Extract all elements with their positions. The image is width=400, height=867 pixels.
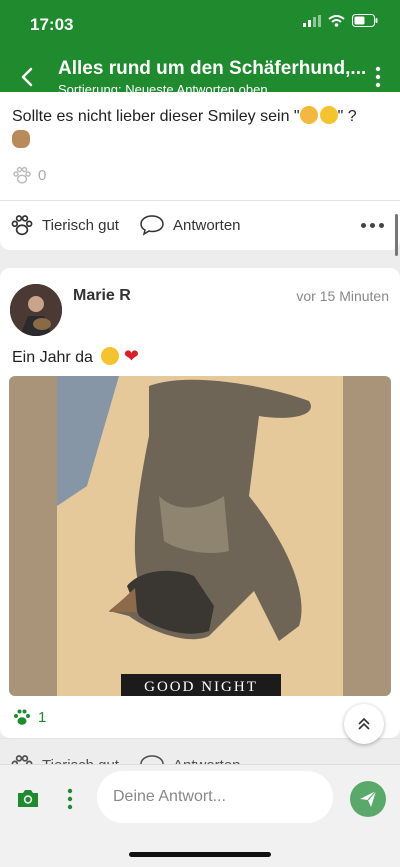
pleading-face-emoji (101, 347, 120, 365)
paw-filled-icon (14, 709, 30, 725)
see-no-evil-monkey-emoji (12, 130, 30, 148)
status-bar: 17:03 (0, 0, 400, 48)
more-horiz-icon[interactable] (361, 223, 384, 228)
wifi-icon (328, 14, 345, 27)
status-icons (303, 14, 378, 27)
post-text: Ein Jahr da ❤ (12, 346, 139, 366)
send-icon (360, 790, 377, 807)
app-header: 17:03 Alles rund um den Schäferhund,... … (0, 0, 400, 104)
post-card: Sollte es nicht lieber dieser Smiley sei… (0, 92, 400, 250)
thread-title: Alles rund um den Schäferhund,... (58, 58, 367, 79)
divider (0, 738, 400, 739)
speech-bubble-icon (140, 215, 164, 236)
battery-icon (352, 14, 378, 27)
smiling-face-hearts-emoji (299, 106, 318, 124)
signal-icon (303, 14, 321, 27)
red-heart-emoji: ❤ (123, 346, 139, 366)
paw-count: 1 (38, 708, 47, 726)
back-icon[interactable] (14, 62, 40, 92)
photo-caption: GOOD NIGHT (144, 679, 258, 695)
paw-reactions[interactable]: 0 (12, 166, 46, 184)
double-chevron-up-icon (358, 717, 370, 730)
divider (0, 200, 400, 201)
more-vert-icon[interactable] (66, 788, 74, 810)
reply-bar (0, 764, 400, 867)
scroll-to-top-button[interactable] (344, 704, 384, 744)
home-indicator (129, 852, 271, 857)
paw-reactions[interactable]: 1 (12, 708, 46, 726)
reply-input[interactable] (97, 771, 333, 823)
paw-count: 0 (38, 166, 47, 184)
paw-icon (13, 166, 31, 184)
post-time: vor 15 Minuten (296, 288, 389, 304)
avatar[interactable] (10, 284, 62, 336)
post-photo[interactable]: GOOD NIGHT (9, 376, 391, 696)
like-button[interactable]: Tierisch gut (10, 214, 119, 236)
camera-icon[interactable] (16, 788, 40, 808)
post-card: Marie R vor 15 Minuten Ein Jahr da ❤ GOO… (0, 268, 400, 739)
more-vert-icon[interactable] (374, 66, 382, 88)
author-name[interactable]: Marie R (73, 287, 131, 305)
reply-label: Antworten (172, 216, 241, 234)
post-actions: Tierisch gut Antworten (10, 214, 261, 236)
status-time: 17:03 (30, 15, 74, 34)
paw-icon (11, 215, 33, 236)
heart-eyes-emoji (319, 106, 338, 124)
sleeping-puppy-image: GOOD NIGHT (57, 376, 343, 696)
reply-button[interactable]: Antworten (139, 214, 241, 236)
scroll-indicator (395, 214, 398, 256)
like-label: Tierisch gut (42, 216, 119, 234)
post-text: Sollte es nicht lieber dieser Smiley sei… (12, 106, 357, 150)
send-button[interactable] (350, 781, 386, 817)
